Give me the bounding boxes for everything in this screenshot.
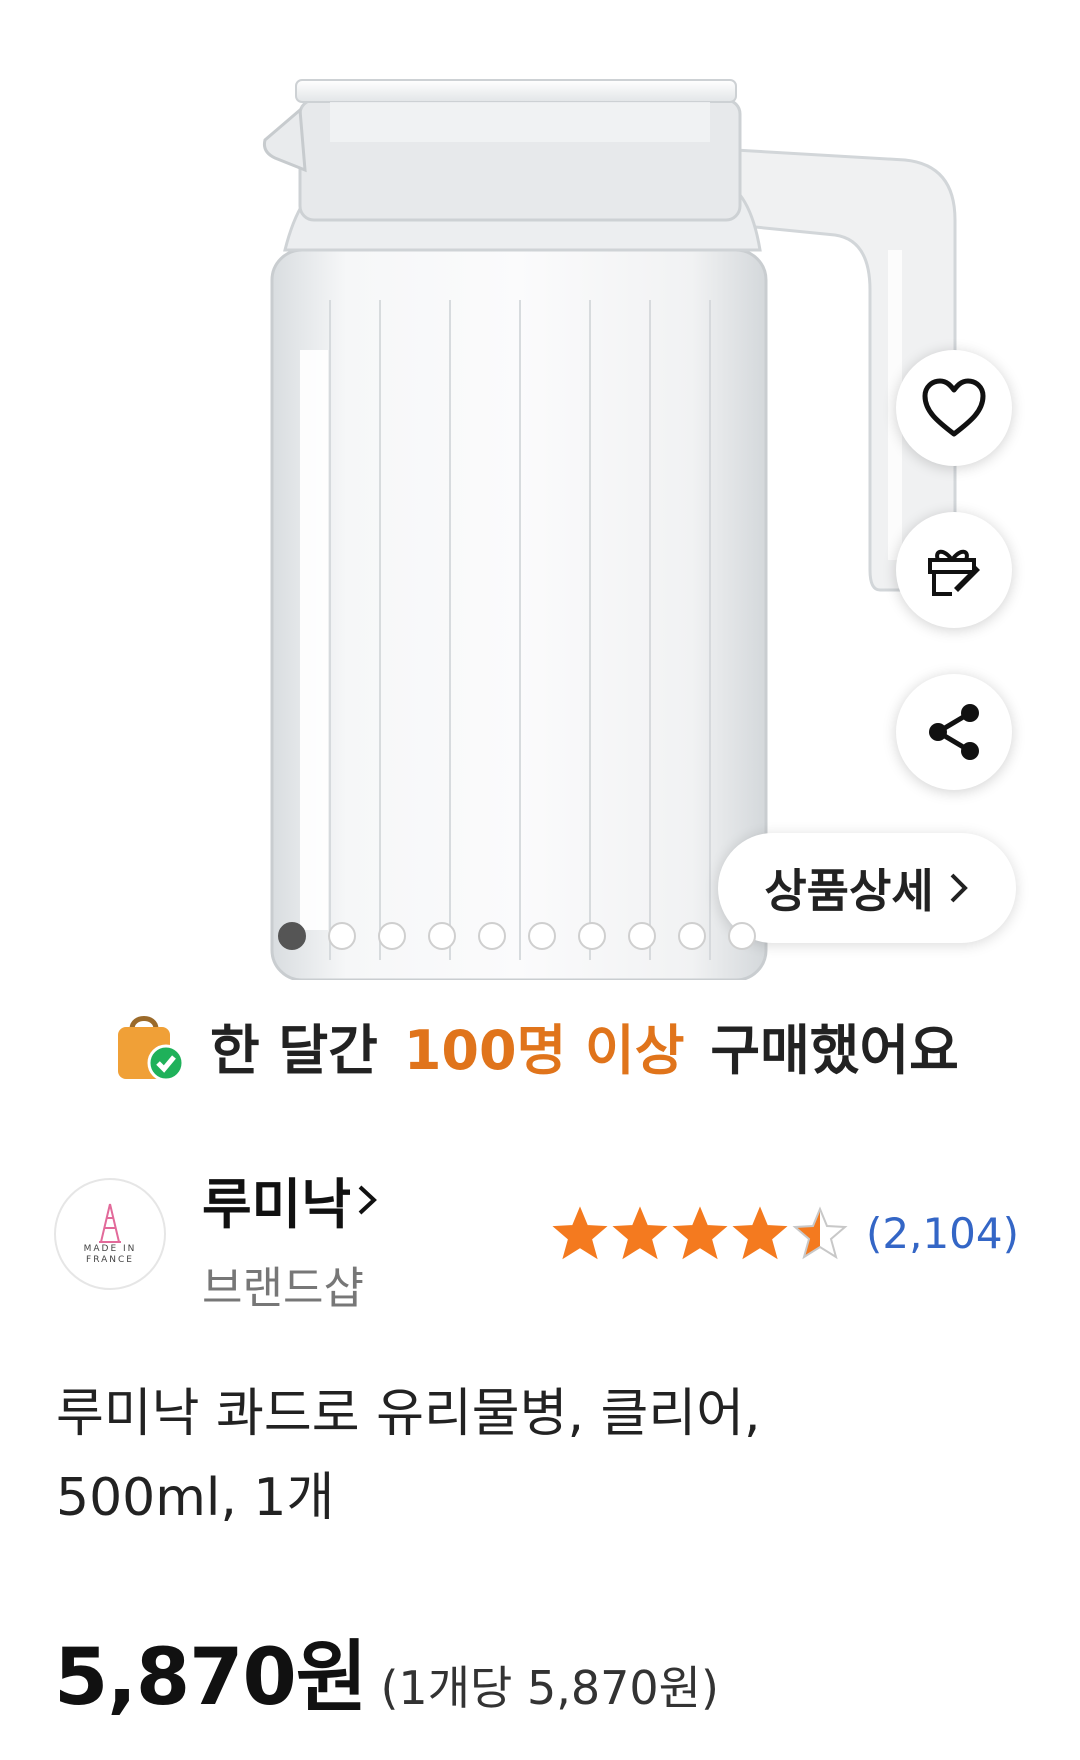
purchase-count-banner: 한 달간 100명 이상 구매했어요 xyxy=(112,1000,992,1090)
price-block: 5,870원 (1개당 5,870원) xyxy=(54,1615,719,1727)
chevron-right-icon xyxy=(950,873,968,903)
gift-button[interactable] xyxy=(896,512,1012,628)
shopping-bag-check-icon xyxy=(118,1016,184,1082)
star-icon xyxy=(612,1206,668,1260)
brand-name-link[interactable]: 루미낙 xyxy=(202,1160,379,1239)
product-detail-button[interactable]: 상품상세 xyxy=(718,833,1016,943)
share-icon xyxy=(929,704,979,760)
star-icon xyxy=(672,1206,728,1260)
gallery-pagination xyxy=(278,922,756,952)
heart-icon xyxy=(922,378,986,437)
logo-text-line2: FRANCE xyxy=(86,1255,134,1265)
product-title: 루미낙 콰드로 유리물병, 클리어, 500ml, 1개 xyxy=(56,1372,1016,1540)
gallery-dot[interactable] xyxy=(528,922,556,950)
share-button[interactable] xyxy=(896,674,1012,790)
gallery-dot[interactable] xyxy=(428,922,456,950)
brand-type: 브랜드샵 xyxy=(202,1263,364,1314)
star-icon xyxy=(552,1206,608,1260)
promo-prefix: 한 달간 xyxy=(210,1018,378,1082)
review-count: (2,104) xyxy=(866,1208,1020,1258)
logo-text-line1: MADE IN xyxy=(83,1244,137,1254)
gift-icon xyxy=(928,549,980,596)
gallery-dot[interactable] xyxy=(328,922,356,950)
eiffel-tower-icon xyxy=(99,1203,121,1243)
gallery-dot[interactable] xyxy=(628,922,656,950)
sale-price: 5,870원 xyxy=(54,1633,367,1723)
gallery-dot[interactable] xyxy=(378,922,406,950)
product-title-line: 루미낙 콰드로 유리물병, 클리어, xyxy=(56,1384,761,1444)
brand-logo[interactable]: MADE IN FRANCE xyxy=(54,1178,166,1290)
star-icon xyxy=(792,1206,848,1260)
promo-highlight: 100명 이상 xyxy=(403,1018,685,1082)
product-image-gallery[interactable]: 상품상세 xyxy=(0,0,1080,980)
gallery-dot[interactable] xyxy=(728,922,756,950)
unit-price: (1개당 5,870원) xyxy=(380,1661,719,1715)
rating-summary[interactable]: (2,104) xyxy=(552,1206,1019,1260)
product-detail-label: 상품상세 xyxy=(764,864,934,918)
gallery-dot[interactable] xyxy=(478,922,506,950)
gallery-dot[interactable] xyxy=(578,922,606,950)
gallery-dot[interactable] xyxy=(278,922,306,950)
star-rating xyxy=(552,1206,848,1260)
gallery-dot[interactable] xyxy=(678,922,706,950)
wishlist-button[interactable] xyxy=(896,350,1012,466)
product-title-line: 500ml, 1개 xyxy=(56,1468,335,1528)
brand-name: 루미낙 xyxy=(202,1173,352,1236)
promo-suffix: 구매했어요 xyxy=(710,1018,959,1082)
chevron-right-icon xyxy=(358,1185,377,1214)
star-icon xyxy=(732,1206,788,1260)
